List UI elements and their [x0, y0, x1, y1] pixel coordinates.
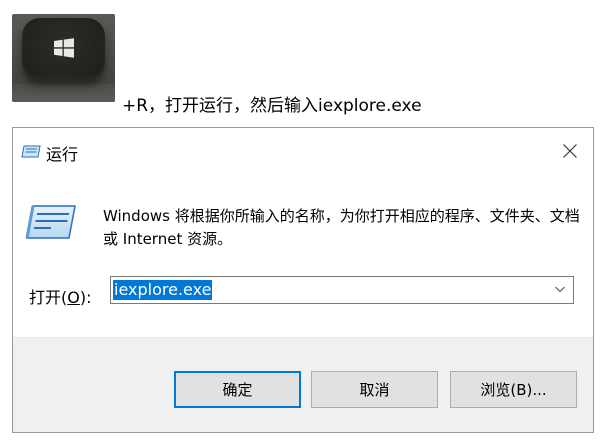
- dialog-description: Windows 将根据你所输入的名称，为你打开相应的程序、文件夹、文档或 Int…: [103, 207, 580, 248]
- open-combobox[interactable]: iexplore.exe: [110, 276, 574, 304]
- ok-button[interactable]: 确定: [174, 371, 301, 408]
- dialog-body: Windows 将根据你所输入的名称，为你打开相应的程序、文件夹、文档或 Int…: [13, 174, 593, 337]
- open-label-prefix: 打开(: [29, 288, 68, 307]
- close-icon: [563, 144, 577, 158]
- windows-key-image: [12, 14, 115, 102]
- open-label-suffix: ):: [79, 288, 92, 307]
- browse-button[interactable]: 浏览(B)...: [450, 371, 577, 408]
- run-dialog: 运行 Windows 将根据你所输入的名称，为你打开相应的程序、文件夹、文档或 …: [12, 127, 594, 433]
- close-button[interactable]: [547, 128, 593, 174]
- key-base: [12, 84, 115, 102]
- open-label: 打开(O):: [29, 284, 91, 308]
- run-icon: [25, 205, 76, 239]
- dialog-title: 运行: [46, 145, 79, 164]
- open-input-value[interactable]: iexplore.exe: [113, 280, 213, 300]
- title-bar[interactable]: 运行: [13, 128, 593, 174]
- dialog-footer: 确定 取消 浏览(B)...: [13, 337, 593, 432]
- windows-logo-icon: [53, 38, 74, 58]
- instruction-text: +R，打开运行，然后输入iexplore.exe: [122, 96, 422, 116]
- cancel-button[interactable]: 取消: [311, 371, 438, 408]
- key-cap: [22, 18, 105, 80]
- run-icon: [21, 145, 41, 158]
- open-label-accesskey: O: [67, 288, 80, 307]
- chevron-down-icon[interactable]: [555, 286, 565, 293]
